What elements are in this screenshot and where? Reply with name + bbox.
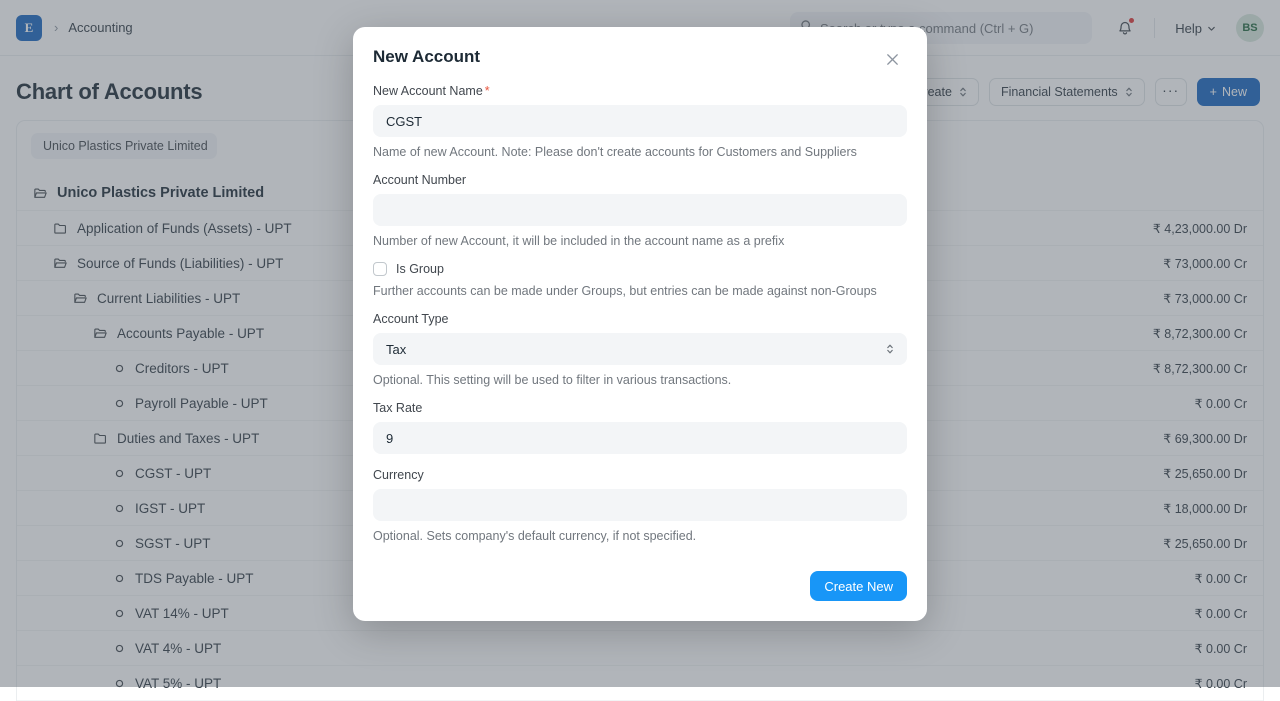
account-name-help: Name of new Account. Note: Please don't …: [373, 145, 907, 159]
account-name-label-text: New Account Name: [373, 84, 483, 98]
field-account-name: New Account Name*: [373, 84, 907, 137]
dialog-body: New Account Name* Name of new Account. N…: [353, 70, 927, 561]
field-account-number: Account Number: [373, 173, 907, 226]
account-type-select[interactable]: [373, 333, 907, 365]
required-asterisk: *: [485, 84, 490, 98]
close-icon[interactable]: [881, 48, 903, 70]
field-account-type: Account Type: [373, 312, 907, 365]
is-group-help: Further accounts can be made under Group…: [373, 284, 907, 298]
dialog-header: New Account: [353, 27, 927, 70]
tax-rate-label: Tax Rate: [373, 401, 907, 415]
account-number-label: Account Number: [373, 173, 907, 187]
currency-help: Optional. Sets company's default currenc…: [373, 529, 907, 543]
account-type-help: Optional. This setting will be used to f…: [373, 373, 907, 387]
currency-label: Currency: [373, 468, 907, 482]
is-group-label: Is Group: [396, 262, 444, 276]
account-type-label: Account Type: [373, 312, 907, 326]
is-group-checkbox[interactable]: [373, 262, 387, 276]
dialog-title: New Account: [373, 47, 480, 67]
new-account-dialog: New Account New Account Name* Name of ne…: [353, 27, 927, 621]
currency-input[interactable]: [373, 489, 907, 521]
create-new-button[interactable]: Create New: [810, 571, 907, 601]
account-type-select-wrap[interactable]: [373, 333, 907, 365]
tax-rate-input[interactable]: [373, 422, 907, 454]
account-name-input[interactable]: [373, 105, 907, 137]
account-name-label: New Account Name*: [373, 84, 907, 98]
dialog-footer: Create New: [353, 561, 927, 621]
field-tax-rate: Tax Rate: [373, 401, 907, 454]
account-number-input[interactable]: [373, 194, 907, 226]
field-is-group[interactable]: Is Group: [373, 262, 907, 276]
account-number-help: Number of new Account, it will be includ…: [373, 234, 907, 248]
field-currency: Currency: [373, 468, 907, 521]
